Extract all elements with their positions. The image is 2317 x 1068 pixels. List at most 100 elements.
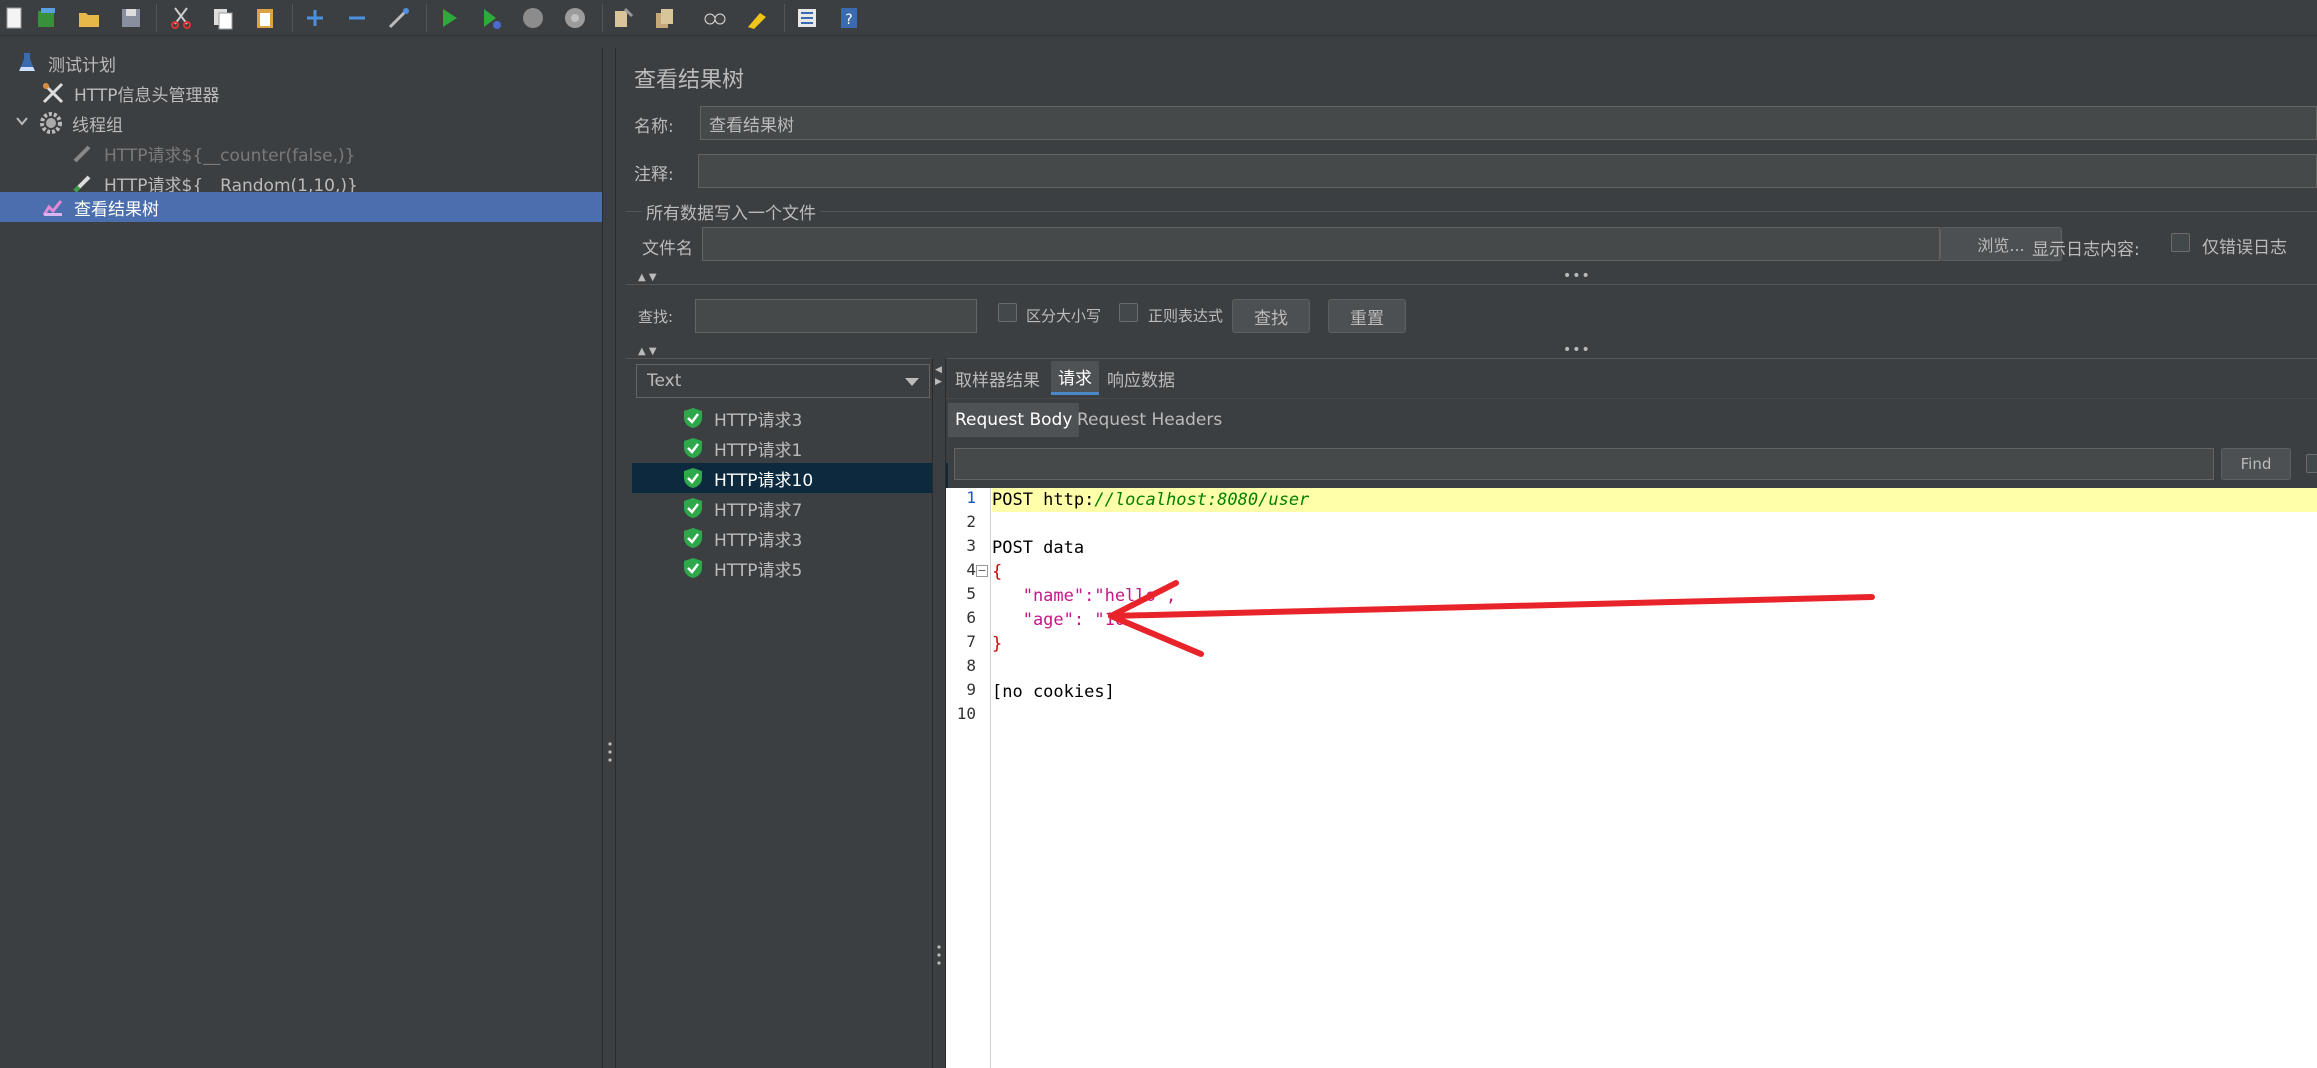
tab-request[interactable]: 请求 [1051,361,1099,395]
tree-item-label: 线程组 [72,115,123,136]
result-item[interactable]: HTTP请求5 [632,553,948,583]
success-shield-icon [684,468,702,488]
reset-button[interactable]: 重置 [1328,299,1406,333]
tree-item-http-counter[interactable]: HTTP请求${__counter(false,)} [70,138,355,168]
result-item[interactable]: HTTP请求3 [632,523,948,553]
request-body-editor[interactable]: 1 2 3 4 5 6 7 8 9 10 − POST http://local… [946,488,2317,1068]
log-content-label: 显示日志内容: [2032,240,2140,260]
shutdown-icon[interactable] [560,3,590,33]
chart-icon [40,194,66,220]
results-splitter[interactable]: ◀ ▶ [932,358,946,1068]
help-icon[interactable]: ? [834,3,864,33]
start-no-pause-icon[interactable] [476,3,506,33]
toolbar-separator [784,4,785,32]
collapse-icon[interactable] [342,3,372,33]
result-item-label: HTTP请求1 [714,440,803,461]
cut-icon[interactable] [166,3,196,33]
clear-icon[interactable] [608,3,638,33]
clear-all-icon[interactable] [650,3,680,33]
result-item-label: HTTP请求7 [714,500,803,521]
editor-option-checkbox[interactable] [2306,454,2317,473]
save-icon[interactable] [116,3,146,33]
errors-only-checkbox[interactable] [2171,233,2190,252]
chevron-down-icon[interactable] [14,113,30,134]
file-section-title: 所有数据写入一个文件 [642,199,820,224]
divider-grip[interactable]: ••• [1563,342,1591,358]
comment-label: 注释: [634,165,674,185]
paste-icon[interactable] [250,3,280,33]
comment-field[interactable] [698,154,2317,188]
name-label: 名称: [634,117,674,137]
collapse-arrows[interactable]: ▲ ▼ [638,272,657,283]
tree-item-header-manager[interactable]: HTTP信息头管理器 [40,78,220,108]
find-button[interactable]: 查找 [1232,299,1310,333]
tree-item-test-plan[interactable]: 测试计划 [14,48,116,78]
success-shield-icon [684,528,702,548]
renderer-select[interactable]: Text [636,364,930,398]
result-item-label: HTTP请求3 [714,410,803,431]
tab-request-headers[interactable]: Request Headers [1070,403,1229,437]
stop-icon[interactable] [518,3,548,33]
jmeter-window: ? 测试计划 HTTP信息头管理器 线程组 HTTP请求${__counter(… [0,0,2317,1068]
tree-item-label: HTTP请求${__counter(false,)} [104,145,356,166]
toolbar: ? [0,0,2317,36]
tab-sampler-result[interactable]: 取样器结果 [948,361,1047,395]
result-item[interactable]: HTTP请求1 [632,433,948,463]
split-arrows[interactable]: ◀ ▶ [935,364,942,388]
renderer-value: Text [647,371,682,391]
regex-label: 正则表达式 [1148,307,1224,325]
toolbar-separator [426,4,427,32]
tab-request-body[interactable]: Request Body [948,403,1080,437]
case-sensitive-label: 区分大小写 [1026,307,1102,325]
expand-icon[interactable] [300,3,330,33]
case-sensitive-checkbox[interactable] [998,303,1017,322]
editor-search-input[interactable] [954,448,2214,480]
copy-icon[interactable] [208,3,238,33]
gear-icon [38,110,64,136]
divider-grip[interactable]: ••• [1563,268,1591,284]
editor-find-button[interactable]: Find [2221,448,2291,480]
success-shield-icon [684,498,702,518]
regex-checkbox[interactable] [1119,303,1138,322]
function-helper-icon[interactable] [792,3,822,33]
collapse-arrows[interactable]: ▲ ▼ [638,346,657,357]
main-splitter[interactable] [602,48,616,1068]
templates-icon[interactable] [32,3,62,33]
results-tree-panel: 查看结果树 名称: 查看结果树 注释: 所有数据写入一个文件 文件名 浏览...… [616,48,2317,1068]
name-field[interactable]: 查看结果树 [700,106,2317,140]
tab-response-data[interactable]: 响应数据 [1100,361,1182,395]
search-label: 查找: [638,308,674,326]
tree-item-label: 测试计划 [48,55,116,76]
divider [626,358,2317,359]
divider [626,284,2317,285]
tree-item-label: HTTP信息头管理器 [74,85,220,106]
search-icon[interactable] [700,3,730,33]
filename-label: 文件名 [642,239,693,259]
result-item-selected[interactable]: HTTP请求10 [632,463,948,493]
success-shield-icon [684,408,702,428]
result-item-label: HTTP请求5 [714,560,803,581]
errors-only-label: 仅错误日志 [2202,238,2287,258]
result-item[interactable]: HTTP请求3 [632,403,948,433]
filename-field[interactable] [702,227,1940,261]
toolbar-separator [156,4,157,32]
tree-item-thread-group[interactable]: 线程组 [14,108,123,138]
toggle-icon[interactable] [384,3,414,33]
reset-search-icon[interactable] [742,3,772,33]
start-icon[interactable] [434,3,464,33]
test-plan-tree: 测试计划 HTTP信息头管理器 线程组 HTTP请求${__counter(fa… [0,48,602,1068]
page-title: 查看结果树 [634,68,745,93]
result-item[interactable]: HTTP请求7 [632,493,948,523]
search-input[interactable] [695,299,977,333]
toolbar-separator [292,4,293,32]
open-icon[interactable] [74,3,104,33]
new-icon[interactable] [0,3,30,33]
toolbar-separator [602,4,603,32]
result-item-label: HTTP请求10 [714,470,814,491]
success-shield-icon [684,558,702,578]
success-shield-icon [684,438,702,458]
divider [626,211,2317,212]
tree-item-label: 查看结果树 [74,199,159,220]
pipette-icon [70,140,96,166]
tree-item-results-tree[interactable]: 查看结果树 [0,192,602,222]
